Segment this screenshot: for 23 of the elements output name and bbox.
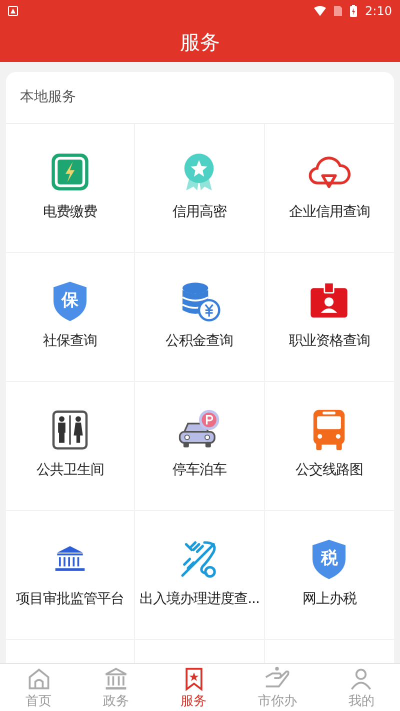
service-tile[interactable]: 职业资格查询 [264,253,394,382]
battery-icon [350,5,358,17]
wifi-icon [314,6,326,16]
service-tile[interactable]: 信用高密 [135,124,265,253]
service-tile[interactable]: 电费缴费 [6,124,136,253]
service-tile[interactable]: 公积金查询 [135,253,265,382]
section-title: 本地服务 [20,88,76,107]
notification-icon [8,6,18,16]
page-title: 服务 [180,29,220,56]
service-tile[interactable]: 税 网上办税 [264,511,394,640]
service-tile[interactable]: 公交线路图 [264,382,394,511]
shield-glyph: 税 [320,547,338,570]
clock-time: 2:10 [365,3,392,20]
service-tile[interactable]: 出入境办理进度查... [135,511,265,640]
service-tile[interactable]: 保 社保查询 [6,253,136,382]
service-tile[interactable]: 企业信用查询 [264,124,394,253]
service-tile[interactable]: 项目审批监管平台 [6,511,136,640]
shield-glyph: 保 [62,289,79,312]
no-sim-icon [334,6,342,16]
tab-button[interactable]: 服务 [154,664,232,711]
building-icon [103,666,130,692]
service-tile[interactable]: 公共卫生间 [6,382,136,511]
service-tile[interactable]: 停车泊车 [135,382,265,511]
